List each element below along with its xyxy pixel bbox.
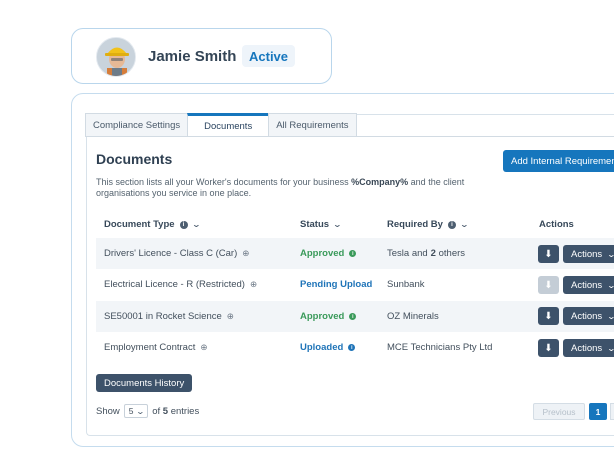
download-button[interactable]: ⬇ xyxy=(538,307,559,325)
document-type-cell: Electrical Licence - R (Restricted) ⊕ xyxy=(104,269,257,300)
table-row: Drivers' Licence - Class C (Car) ⊕ Approv… xyxy=(96,238,614,269)
actions-dropdown-button[interactable]: Actions ⌄ xyxy=(563,245,614,263)
document-name: Drivers' Licence - Class C (Car) xyxy=(104,248,238,259)
download-icon: ⬇ xyxy=(544,342,553,354)
document-name: SE50001 in Rocket Science xyxy=(104,311,222,322)
page-size-select[interactable]: 5 ⌄ xyxy=(123,404,149,418)
document-type-cell: SE50001 in Rocket Science ⊕ xyxy=(104,301,234,332)
actions-label: Actions xyxy=(571,310,603,322)
chevron-down-icon[interactable]: ⌄ xyxy=(460,220,469,229)
worker-photo xyxy=(97,38,135,76)
chevron-down-icon[interactable]: ⌄ xyxy=(333,220,342,229)
add-internal-requirement-button[interactable]: Add Internal Requirement xyxy=(503,150,614,172)
document-name: Employment Contract xyxy=(104,342,196,353)
tab-documents[interactable]: Documents xyxy=(187,113,270,137)
status-approved: Approved xyxy=(300,248,345,259)
worker-name: Jamie Smith xyxy=(148,48,237,65)
chevron-down-icon: ⌄ xyxy=(607,344,614,353)
table-row: SE50001 in Rocket Science ⊕ Approved i OZ … xyxy=(96,301,614,332)
column-header-document-type[interactable]: Document Type i ⌄ xyxy=(104,219,201,230)
status-cell: Approved i xyxy=(300,301,357,332)
page-size-control: Show 5 ⌄ of 5 entries xyxy=(96,404,199,418)
required-by-cell: OZ Minerals xyxy=(387,301,439,332)
page-1-button[interactable]: 1 xyxy=(589,403,607,420)
previous-page-button[interactable]: Previous xyxy=(533,403,585,420)
page-size-value: 5 xyxy=(128,406,134,416)
info-icon[interactable]: i xyxy=(447,220,456,229)
status-uploaded: Uploaded xyxy=(300,342,344,353)
actions-dropdown-button[interactable]: Actions ⌄ xyxy=(563,339,614,357)
worker-profile-card: Jamie Smith Active xyxy=(71,28,332,84)
avatar xyxy=(96,37,136,77)
documents-history-button[interactable]: Documents History xyxy=(96,374,193,392)
column-header-required-by[interactable]: Required By i ⌄ xyxy=(387,219,469,230)
table-row: Employment Contract ⊕ Uploaded i MCE Techn… xyxy=(96,332,614,363)
status-cell: Uploaded i xyxy=(300,332,356,363)
globe-icon: ⊕ xyxy=(242,248,250,258)
table-row: Electrical Licence - R (Restricted) ⊕ Pen… xyxy=(96,269,614,300)
page-title: Documents xyxy=(96,151,173,167)
tab-divider xyxy=(85,136,614,137)
info-icon[interactable]: i xyxy=(348,344,356,351)
entries-suffix: entries xyxy=(168,405,200,417)
section-description: This section lists all your Worker's doc… xyxy=(96,177,496,199)
download-button: ⬇ xyxy=(538,276,559,294)
actions-label: Actions xyxy=(571,342,603,354)
column-header-actions: Actions xyxy=(539,219,574,230)
status-badge: Active xyxy=(242,45,296,67)
download-icon: ⬇ xyxy=(544,279,553,291)
required-by-suffix: others xyxy=(435,248,466,259)
chevron-down-icon: ⌄ xyxy=(607,250,614,259)
column-label: Required By xyxy=(387,219,443,230)
actions-dropdown-button[interactable]: Actions ⌄ xyxy=(563,307,614,325)
download-button[interactable]: ⬇ xyxy=(538,245,559,263)
download-icon: ⬇ xyxy=(544,248,553,260)
status-pending-upload: Pending Upload xyxy=(300,279,373,290)
description-text: This section lists all your Worker's doc… xyxy=(96,177,352,187)
actions-label: Actions xyxy=(571,279,603,291)
actions-label: Actions xyxy=(571,248,603,260)
globe-icon: ⊕ xyxy=(200,342,208,352)
show-label: Show xyxy=(96,405,120,417)
status-approved: Approved xyxy=(300,311,345,322)
required-by-text: Tesla and xyxy=(387,248,428,259)
next-page-button[interactable] xyxy=(610,403,614,420)
globe-icon: ⊕ xyxy=(249,279,258,289)
tab-compliance-settings[interactable]: Compliance Settings xyxy=(85,113,189,137)
required-by-cell: Sunbank xyxy=(387,269,425,300)
required-by-text: Sunbank xyxy=(387,279,425,290)
chevron-down-icon[interactable]: ⌄ xyxy=(191,220,200,229)
tab-all-requirements[interactable]: All Requirements xyxy=(268,113,357,137)
status-cell: Pending Upload xyxy=(300,269,372,300)
download-icon: ⬇ xyxy=(544,310,553,322)
chevron-down-icon: ⌄ xyxy=(607,281,614,290)
required-by-cell: Tesla and 2 others xyxy=(387,238,465,269)
tab-bar: Compliance Settings Documents All Requir… xyxy=(85,113,357,137)
required-by-text: OZ Minerals xyxy=(387,311,439,322)
info-icon[interactable]: i xyxy=(179,220,188,229)
column-header-status[interactable]: Status ⌄ xyxy=(300,219,342,230)
column-label: Actions xyxy=(539,219,574,230)
required-by-text: MCE Technicians Pty Ltd xyxy=(387,342,493,353)
status-cell: Approved i xyxy=(300,238,357,269)
actions-dropdown-button[interactable]: Actions ⌄ xyxy=(563,276,614,294)
info-icon[interactable]: i xyxy=(349,313,357,320)
chevron-down-icon: ⌄ xyxy=(607,312,614,321)
document-type-cell: Employment Contract ⊕ xyxy=(104,332,207,363)
download-button[interactable]: ⬇ xyxy=(538,339,559,357)
entries-prefix: of xyxy=(152,405,163,417)
description-company: %Company% xyxy=(351,177,409,187)
document-name: Electrical Licence - R (Restricted) xyxy=(104,279,245,290)
info-icon[interactable]: i xyxy=(349,250,357,257)
entries-label: of 5 entries xyxy=(152,406,199,417)
globe-icon: ⊕ xyxy=(226,311,234,321)
required-by-cell: MCE Technicians Pty Ltd xyxy=(387,332,492,363)
document-type-cell: Drivers' Licence - Class C (Car) ⊕ xyxy=(104,238,249,269)
column-label: Status xyxy=(300,219,330,230)
column-label: Document Type xyxy=(104,219,175,230)
chevron-down-icon: ⌄ xyxy=(135,406,145,416)
